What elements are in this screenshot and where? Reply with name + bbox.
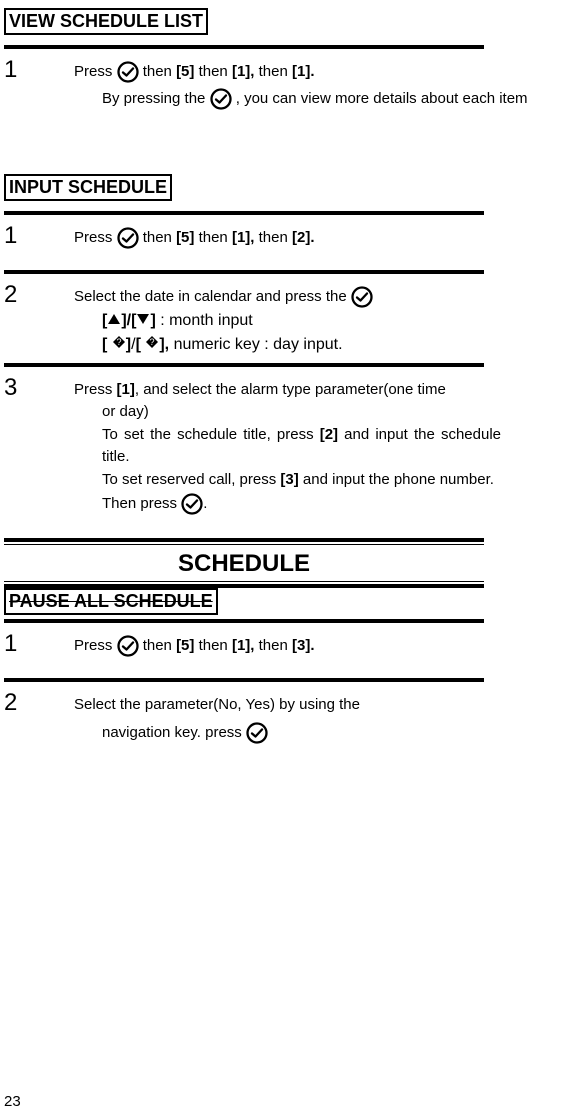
step-body: Press then [5] then [1], then [3]. (74, 631, 557, 658)
section-header-input-schedule: INPUT SCHEDULE (4, 174, 172, 201)
divider (4, 619, 484, 623)
text: then (199, 63, 232, 80)
text: . (203, 496, 207, 513)
text: then (199, 637, 232, 654)
key-label: [1], (232, 637, 255, 654)
text: , you can view more details about each i… (236, 90, 528, 107)
step-body: Select the date in calendar and press th… (74, 282, 557, 357)
text: By pressing the (102, 90, 210, 107)
ok-circle-icon (246, 722, 268, 745)
text: , and select the alarm type parameter(on… (135, 381, 446, 398)
text: then (259, 63, 292, 80)
step-row: 1 Press then [5] then [1], then [3]. (4, 631, 557, 658)
step-body: Press then [5] then [1], then [2]. (74, 223, 557, 250)
key-label: [3] (280, 471, 298, 488)
banner-wrap: SCHEDULE (4, 538, 484, 588)
step-body: Select the parameter(No, Yes) by using t… (74, 690, 557, 745)
text: [ (136, 336, 146, 353)
key-label: [3]. (292, 637, 315, 654)
text: Select the parameter(No, Yes) by using t… (74, 694, 557, 717)
text: numeric key : day input. (169, 336, 342, 353)
text: then (259, 230, 292, 247)
text: ], (159, 336, 169, 353)
step-row: 1 Press then [5] then [1], then [1]. By … (4, 57, 557, 110)
key-label: [1] (117, 381, 135, 398)
step-row: 2 Select the parameter(No, Yes) by using… (4, 690, 557, 745)
key-label: [5] (176, 230, 194, 247)
triangle-up-icon (107, 312, 121, 329)
text: Select the date in calendar and press th… (74, 288, 351, 305)
text: then (143, 230, 176, 247)
ok-circle-icon (181, 493, 203, 516)
step-number: 1 (4, 223, 74, 249)
text: ]/[ (121, 312, 136, 329)
key-label: [5] (176, 63, 194, 80)
key-label: [1], (232, 230, 255, 247)
diamond-icon: ? (112, 336, 126, 353)
key-label: [1], (232, 63, 255, 80)
page-number: 23 (4, 1093, 21, 1110)
divider (4, 363, 484, 367)
key-label: [1]. (292, 63, 315, 80)
step-row: 2 Select the date in calendar and press … (4, 282, 557, 357)
text: : month input (156, 312, 253, 329)
text: then (259, 637, 292, 654)
triangle-down-icon (136, 312, 150, 329)
step-row: 1 Press then [5] then [1], then [2]. (4, 223, 557, 250)
step-number: 3 (4, 375, 74, 401)
text: then (143, 637, 176, 654)
divider (4, 270, 484, 274)
text: Press (74, 381, 117, 398)
ok-circle-icon (210, 88, 232, 111)
section-header-view-schedule: VIEW SCHEDULE LIST (4, 8, 208, 35)
text: or day) (74, 401, 557, 424)
step-body: Press then [5] then [1], then [1]. By pr… (74, 57, 557, 110)
text: To set the schedule title, press (102, 426, 320, 443)
text: [ (102, 336, 112, 353)
step-number: 1 (4, 57, 74, 83)
text: Press (74, 230, 117, 247)
key-label: [5] (176, 637, 194, 654)
step-number: 1 (4, 631, 74, 657)
text: navigation key. press (102, 725, 242, 742)
step-number: 2 (4, 282, 74, 308)
key-label: [2]. (292, 230, 315, 247)
text: Press (74, 63, 117, 80)
text: then (199, 230, 232, 247)
diamond-icon: ? (145, 336, 159, 353)
step-row: 3 Press [1], and select the alarm type p… (4, 375, 557, 516)
schedule-banner: SCHEDULE (4, 538, 484, 588)
divider (4, 45, 484, 49)
ok-circle-icon (351, 286, 373, 309)
ok-circle-icon (117, 635, 139, 658)
step-body: Press [1], and select the alarm type par… (74, 375, 557, 516)
divider (4, 678, 484, 682)
svg-text:?: ? (150, 337, 155, 347)
ok-circle-icon (117, 61, 139, 84)
section-header-pause-all: PAUSE ALL SCHEDULE (4, 588, 218, 615)
step-number: 2 (4, 690, 74, 716)
text: To set reserved call, press (102, 471, 280, 488)
key-label: [2] (320, 426, 338, 443)
text: then (143, 63, 176, 80)
text: Press (74, 637, 117, 654)
text: and input the phone number. (299, 471, 494, 488)
text: Then press (102, 496, 181, 513)
svg-text:?: ? (116, 337, 121, 347)
ok-circle-icon (117, 227, 139, 250)
divider (4, 211, 484, 215)
